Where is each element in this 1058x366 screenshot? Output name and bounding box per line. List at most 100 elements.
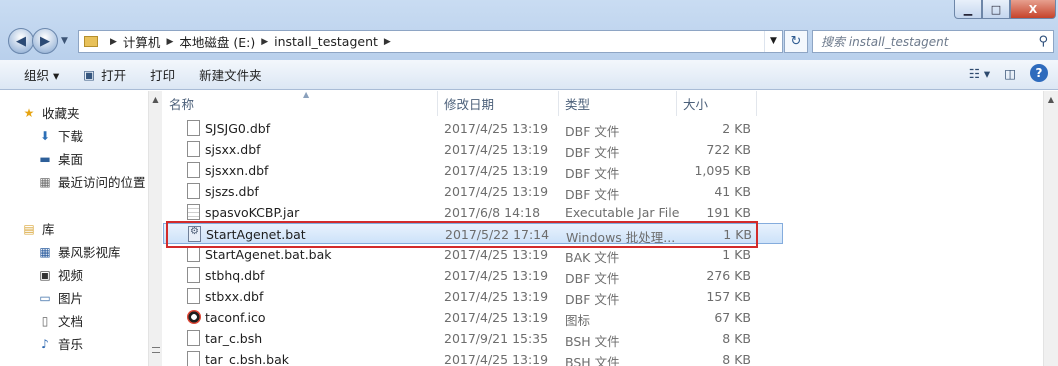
- back-button[interactable]: ◀: [8, 28, 34, 54]
- scroll-up-icon[interactable]: ▲: [149, 91, 162, 104]
- column-label: 修改日期: [444, 97, 495, 112]
- address-bar[interactable]: ▶ 计算机 ▶ 本地磁盘 (E:) ▶ install_testagent ▶ …: [78, 30, 783, 53]
- sidebar-label: 暴风影视库: [58, 245, 121, 260]
- chevron-right-icon[interactable]: ▶: [261, 37, 268, 47]
- window-controls: ▁ □ X: [954, 0, 1056, 20]
- recent-pages-dropdown[interactable]: ▼: [61, 36, 68, 46]
- file-size: 8 KB: [722, 352, 751, 366]
- refresh-button[interactable]: ↻: [784, 30, 808, 53]
- file-size: 1,095 KB: [694, 163, 751, 178]
- file-name: sjsxx.dbf: [205, 142, 261, 157]
- column-header-name[interactable]: 名称 ▲: [163, 90, 438, 116]
- file-row[interactable]: sjsxx.dbf 2017/4/25 13:19 DBF 文件 722 KB: [163, 139, 783, 160]
- file-type: BSH 文件: [565, 334, 620, 349]
- breadcrumb-computer[interactable]: 计算机: [123, 32, 161, 51]
- chevron-right-icon[interactable]: ▶: [166, 37, 173, 47]
- sidebar-label: 收藏夹: [42, 106, 80, 121]
- file-row[interactable]: SJSJG0.dbf 2017/4/25 13:19 DBF 文件 2 KB: [163, 118, 783, 139]
- image-file-icon: [187, 310, 201, 324]
- organize-button[interactable]: 组织 ▾: [0, 65, 71, 84]
- file-size: 67 KB: [714, 310, 751, 325]
- file-type: DBF 文件: [565, 124, 620, 139]
- sidebar-label: 音乐: [58, 337, 84, 352]
- address-dropdown[interactable]: ▼: [764, 31, 782, 52]
- file-name: SJSJG0.dbf: [205, 121, 271, 136]
- open-button[interactable]: ▣ 打开: [71, 65, 138, 84]
- sidebar-item-documents[interactable]: ▯ 文档: [38, 311, 83, 330]
- navigation-pane: ★ 收藏夹 ⬇ 下载 ▬ 桌面 ▦ 最近访问的位置 ▤ 库 ▦ 暴风影视库 ▣ …: [0, 91, 148, 366]
- column-header-size[interactable]: 大小: [677, 91, 757, 116]
- jar-file-icon: [187, 204, 200, 220]
- file-row[interactable]: tar_c.bsh.bak 2017/4/25 13:19 BSH 文件 8 KB: [163, 349, 783, 366]
- sidebar-label: 库: [42, 222, 55, 237]
- file-type: DBF 文件: [565, 271, 620, 286]
- desktop-icon: ▬: [39, 151, 51, 166]
- file-row[interactable]: taconf.ico 2017/4/25 13:19 图标 67 KB: [163, 307, 783, 328]
- scroll-up-icon[interactable]: ▲: [1044, 91, 1058, 104]
- file-row[interactable]: sjsxxn.dbf 2017/4/25 13:19 DBF 文件 1,095 KB: [163, 160, 783, 181]
- file-icon: [187, 267, 200, 283]
- search-icon[interactable]: ⚲: [1038, 34, 1048, 49]
- new-folder-button[interactable]: 新建文件夹: [187, 65, 274, 84]
- sidebar-label: 桌面: [58, 152, 84, 167]
- file-name: sjszs.dbf: [205, 184, 259, 199]
- sidebar-item-storm[interactable]: ▦ 暴风影视库: [38, 242, 121, 261]
- sidebar-label: 下载: [58, 129, 84, 144]
- file-list-scrollbar[interactable]: ▲: [1043, 91, 1058, 366]
- file-date: 2017/4/25 13:19: [444, 121, 549, 136]
- sidebar-item-videos[interactable]: ▣ 视频: [38, 265, 83, 284]
- file-name: sjsxxn.dbf: [205, 163, 269, 178]
- file-row[interactable]: tar_c.bsh 2017/9/21 15:35 BSH 文件 8 KB: [163, 328, 783, 349]
- file-name: spasvoKCBP.jar: [205, 205, 300, 220]
- file-size: 276 KB: [706, 268, 751, 283]
- breadcrumb-folder[interactable]: install_testagent: [274, 34, 378, 49]
- breadcrumb-drive[interactable]: 本地磁盘 (E:): [179, 32, 255, 51]
- sidebar-label: 图片: [58, 291, 84, 306]
- file-icon: [187, 330, 200, 346]
- file-row[interactable]: spasvoKCBP.jar 2017/6/8 14:18 Executable J…: [163, 202, 783, 223]
- sidebar-item-libraries[interactable]: ▤ 库: [22, 219, 55, 238]
- column-header-type[interactable]: 类型: [559, 91, 677, 116]
- forward-button[interactable]: ▶: [32, 28, 58, 54]
- sidebar-item-desktop[interactable]: ▬ 桌面: [38, 149, 83, 168]
- download-icon: ⬇: [39, 128, 51, 143]
- sort-ascending-icon: ▲: [303, 90, 310, 99]
- sidebar-item-recent[interactable]: ▦ 最近访问的位置: [38, 172, 145, 191]
- chevron-right-icon[interactable]: ▶: [110, 37, 117, 47]
- video-icon: ▣: [39, 267, 51, 282]
- help-icon[interactable]: ?: [1030, 64, 1048, 82]
- minimize-button[interactable]: ▁: [954, 0, 982, 19]
- title-bar: ▁ □ X ◀ ▶ ▼ ▶ 计算机 ▶ 本地磁盘 (E:) ▶ install_…: [0, 0, 1058, 60]
- file-row[interactable]: stbxx.dbf 2017/4/25 13:19 DBF 文件 157 KB: [163, 286, 783, 307]
- sidebar-item-favorites[interactable]: ★ 收藏夹: [22, 103, 80, 122]
- sidebar-item-pictures[interactable]: ▭ 图片: [38, 288, 83, 307]
- file-row[interactable]: stbhq.dbf 2017/4/25 13:19 DBF 文件 276 KB: [163, 265, 783, 286]
- sidebar-item-music[interactable]: ♪ 音乐: [38, 334, 83, 353]
- view-options-icon[interactable]: ☷ ▾: [969, 66, 990, 81]
- arrow-right-icon: ▶: [40, 33, 50, 49]
- sidebar-scrollbar[interactable]: ▲: [148, 91, 162, 366]
- highlight-annotation: [166, 221, 758, 248]
- file-name: tar_c.bsh: [205, 331, 263, 346]
- chevron-right-icon[interactable]: ▶: [384, 37, 391, 47]
- close-button[interactable]: X: [1010, 0, 1056, 19]
- search-input[interactable]: 搜索 install_testagent ⚲: [812, 30, 1054, 53]
- preview-pane-icon[interactable]: ◫: [1004, 66, 1016, 81]
- maximize-button[interactable]: □: [982, 0, 1010, 19]
- file-date: 2017/4/25 13:19: [444, 247, 549, 262]
- file-date: 2017/4/25 13:19: [444, 184, 549, 199]
- recent-places-icon: ▦: [39, 174, 51, 189]
- file-date: 2017/4/25 13:19: [444, 142, 549, 157]
- library-icon: ▤: [23, 221, 35, 236]
- column-header-date[interactable]: 修改日期: [438, 91, 559, 116]
- file-type: DBF 文件: [565, 292, 620, 307]
- refresh-icon: ↻: [790, 34, 802, 49]
- file-type: DBF 文件: [565, 145, 620, 160]
- file-row[interactable]: sjszs.dbf 2017/4/25 13:19 DBF 文件 41 KB: [163, 181, 783, 202]
- scroll-thumb-grip[interactable]: [152, 347, 160, 353]
- file-size: 2 KB: [722, 121, 751, 136]
- file-size: 722 KB: [706, 142, 751, 157]
- sidebar-label: 文档: [58, 314, 84, 329]
- print-button[interactable]: 打印: [138, 65, 187, 84]
- sidebar-item-downloads[interactable]: ⬇ 下载: [38, 126, 83, 145]
